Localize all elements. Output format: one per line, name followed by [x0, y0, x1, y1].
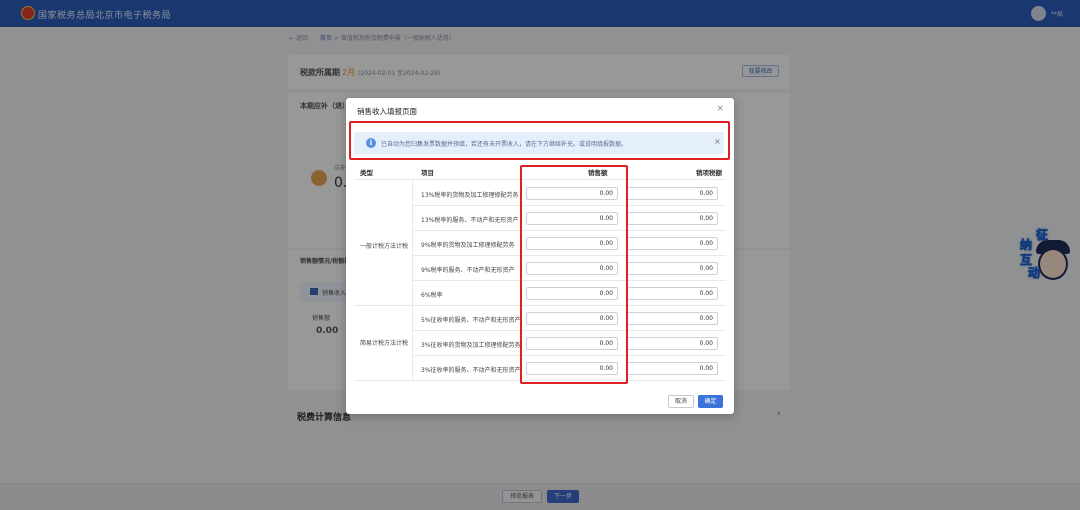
- sales-column-highlight-box: [520, 165, 628, 384]
- row-item-label: 3%征收率的货物及加工修理修配劳务: [421, 342, 521, 349]
- dialog-title: 销售收入填报页面: [357, 107, 417, 116]
- row-item-label: 3%征收率的服务、不动产和无形资产: [421, 367, 521, 374]
- output-tax-input[interactable]: 0.00: [626, 287, 718, 300]
- output-tax-input[interactable]: 0.00: [626, 337, 718, 350]
- column-header-type: 类型: [360, 169, 373, 177]
- notice-highlight-box: [349, 121, 730, 160]
- confirm-button[interactable]: 确定: [698, 395, 723, 408]
- group-label-general: 一般计税方法计税: [360, 243, 409, 250]
- row-item-label: 5%征收率的服务、不动产和无形资产: [421, 317, 521, 324]
- group-label-simple: 简易计税方法计税: [360, 340, 409, 347]
- row-item-label: 13%税率的货物及加工修理修配劳务: [421, 192, 519, 199]
- row-item-label: 6%税率: [421, 292, 443, 299]
- output-tax-input[interactable]: 0.00: [626, 187, 718, 200]
- close-icon[interactable]: ×: [716, 104, 724, 114]
- column-header-output-tax: 销项税额: [696, 169, 722, 177]
- output-tax-input[interactable]: 0.00: [626, 237, 718, 250]
- cancel-button[interactable]: 取消: [668, 395, 694, 408]
- output-tax-input[interactable]: 0.00: [626, 212, 718, 225]
- output-tax-input[interactable]: 0.00: [626, 262, 718, 275]
- row-item-label: 13%税率的服务、不动产和无形资产: [421, 217, 519, 224]
- output-tax-input[interactable]: 0.00: [626, 362, 718, 375]
- column-header-item: 项目: [421, 169, 434, 177]
- row-item-label: 9%税率的货物及加工修理修配劳务: [421, 242, 515, 249]
- row-item-label: 9%税率的服务、不动产和无形资产: [421, 267, 515, 274]
- output-tax-input[interactable]: 0.00: [626, 312, 718, 325]
